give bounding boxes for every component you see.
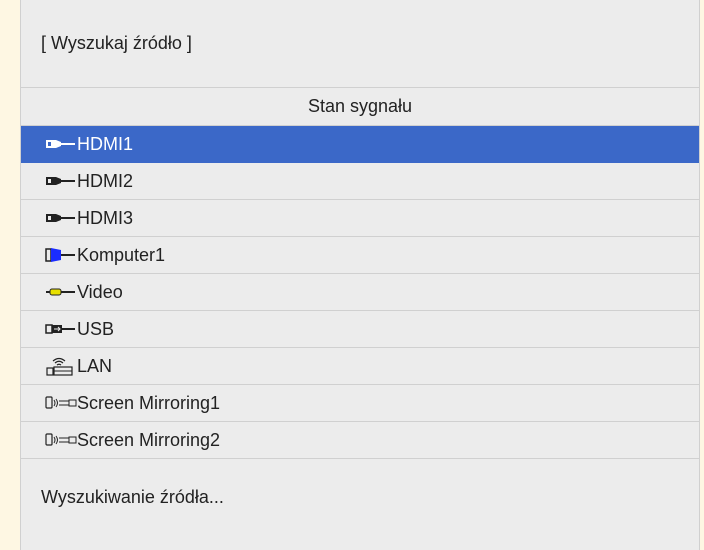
source-item-hdmi3[interactable]: HDMI3	[21, 200, 699, 237]
lan-icon	[45, 357, 77, 376]
screen-mirroring-icon	[45, 431, 77, 449]
search-status: Wyszukiwanie źródła...	[41, 487, 224, 507]
source-search-panel: [ Wyszukaj źródło ] Stan sygnału HDMI1 H…	[20, 0, 700, 550]
video-rca-icon	[45, 283, 77, 301]
source-label: Video	[77, 281, 123, 302]
source-label: Screen Mirroring2	[77, 429, 221, 450]
panel-title: [ Wyszukaj źródło ]	[21, 0, 699, 88]
source-label: HDMI2	[77, 170, 134, 191]
hdmi-icon	[45, 135, 77, 153]
source-label: HDMI1	[77, 133, 134, 154]
source-label: Screen Mirroring1	[77, 392, 221, 413]
source-item-lan[interactable]: LAN	[21, 348, 699, 385]
source-label: LAN	[77, 355, 113, 376]
source-item-video[interactable]: Video	[21, 274, 699, 311]
source-list: HDMI1 HDMI2 HDMI3 Komputer1 Video USB LA…	[21, 126, 699, 459]
source-label: USB	[77, 318, 115, 339]
usb-icon	[45, 320, 77, 338]
vga-computer-icon	[45, 246, 77, 264]
source-label: HDMI3	[77, 207, 134, 228]
signal-status-column-header: Stan sygnału	[21, 88, 699, 126]
source-item-screen-mirroring2[interactable]: Screen Mirroring2	[21, 422, 699, 459]
source-item-screen-mirroring1[interactable]: Screen Mirroring1	[21, 385, 699, 422]
source-item-komputer1[interactable]: Komputer1	[21, 237, 699, 274]
hdmi-icon	[45, 172, 77, 190]
source-item-usb[interactable]: USB	[21, 311, 699, 348]
source-label: Komputer1	[77, 244, 166, 265]
source-item-hdmi2[interactable]: HDMI2	[21, 163, 699, 200]
source-item-hdmi1[interactable]: HDMI1	[21, 126, 699, 163]
screen-mirroring-icon	[45, 394, 77, 412]
hdmi-icon	[45, 209, 77, 227]
